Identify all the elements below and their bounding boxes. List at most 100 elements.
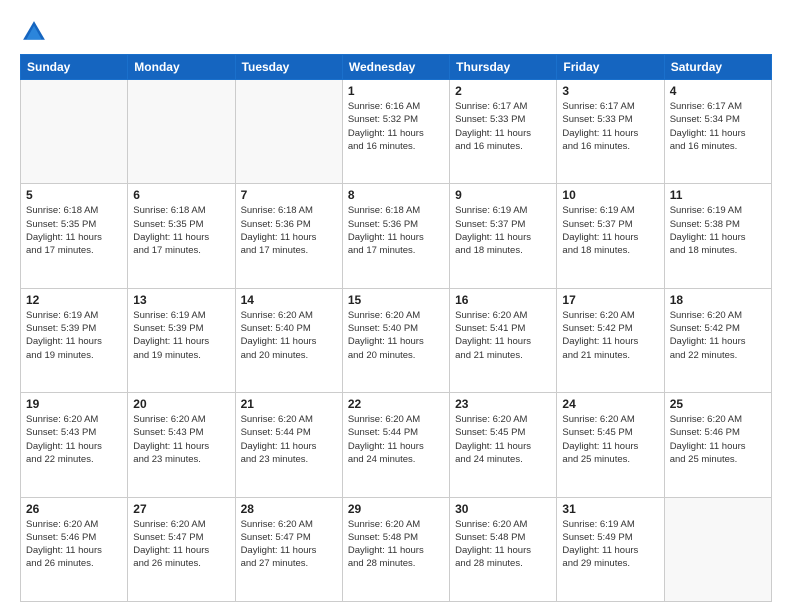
day-number: 27 (133, 502, 229, 516)
day-info: Sunrise: 6:18 AMSunset: 5:35 PMDaylight:… (26, 204, 122, 257)
calendar-cell: 28 Sunrise: 6:20 AMSunset: 5:47 PMDayligh… (235, 497, 342, 601)
day-number: 20 (133, 397, 229, 411)
day-number: 24 (562, 397, 658, 411)
day-number: 3 (562, 84, 658, 98)
day-info: Sunrise: 6:20 AMSunset: 5:44 PMDaylight:… (348, 413, 444, 466)
day-number: 21 (241, 397, 337, 411)
day-info: Sunrise: 6:20 AMSunset: 5:40 PMDaylight:… (348, 309, 444, 362)
day-info: Sunrise: 6:16 AMSunset: 5:32 PMDaylight:… (348, 100, 444, 153)
day-number: 15 (348, 293, 444, 307)
calendar-cell: 16Sunrise: 6:20 AMSunset: 5:41 PMDayligh… (450, 288, 557, 392)
calendar-cell: 14 Sunrise: 6:20 AMSunset: 5:40 PMDayligh… (235, 288, 342, 392)
calendar-cell: 30 Sunrise: 6:20 AMSunset: 5:48 PMDayligh… (450, 497, 557, 601)
day-number: 23 (455, 397, 551, 411)
day-number: 5 (26, 188, 122, 202)
day-number: 12 (26, 293, 122, 307)
calendar-cell: 5 Sunrise: 6:18 AMSunset: 5:35 PMDaylight… (21, 184, 128, 288)
calendar-cell: 10 Sunrise: 6:19 AMSunset: 5:37 PMDayligh… (557, 184, 664, 288)
day-number: 26 (26, 502, 122, 516)
day-info: Sunrise: 6:17 AMSunset: 5:33 PMDaylight:… (455, 100, 551, 153)
day-info: Sunrise: 6:19 AMSunset: 5:39 PMDaylight:… (26, 309, 122, 362)
day-info: Sunrise: 6:18 AMSunset: 5:36 PMDaylight:… (348, 204, 444, 257)
day-info: Sunrise: 6:18 AMSunset: 5:36 PMDaylight:… (241, 204, 337, 257)
calendar-cell: 29Sunrise: 6:20 AMSunset: 5:48 PMDayligh… (342, 497, 449, 601)
calendar-cell: 13 Sunrise: 6:19 AMSunset: 5:39 PMDayligh… (128, 288, 235, 392)
day-info: Sunrise: 6:20 AMSunset: 5:44 PMDaylight:… (241, 413, 337, 466)
calendar-week-4: 19 Sunrise: 6:20 AMSunset: 5:43 PMDayligh… (21, 393, 772, 497)
day-number: 16 (455, 293, 551, 307)
day-info: Sunrise: 6:20 AMSunset: 5:46 PMDaylight:… (26, 518, 122, 571)
calendar-cell: 27 Sunrise: 6:20 AMSunset: 5:47 PMDayligh… (128, 497, 235, 601)
day-number: 10 (562, 188, 658, 202)
day-number: 6 (133, 188, 229, 202)
calendar-cell: 3 Sunrise: 6:17 AMSunset: 5:33 PMDaylight… (557, 80, 664, 184)
day-number: 28 (241, 502, 337, 516)
calendar-header-wednesday: Wednesday (342, 55, 449, 80)
calendar-cell: 25 Sunrise: 6:20 AMSunset: 5:46 PMDayligh… (664, 393, 771, 497)
calendar-header-thursday: Thursday (450, 55, 557, 80)
day-info: Sunrise: 6:19 AMSunset: 5:37 PMDaylight:… (455, 204, 551, 257)
calendar-cell: 21 Sunrise: 6:20 AMSunset: 5:44 PMDayligh… (235, 393, 342, 497)
calendar-cell: 31Sunrise: 6:19 AMSunset: 5:49 PMDayligh… (557, 497, 664, 601)
calendar-header-row: SundayMondayTuesdayWednesdayThursdayFrid… (21, 55, 772, 80)
calendar-cell: 18 Sunrise: 6:20 AMSunset: 5:42 PMDayligh… (664, 288, 771, 392)
day-number: 13 (133, 293, 229, 307)
day-info: Sunrise: 6:20 AMSunset: 5:45 PMDaylight:… (562, 413, 658, 466)
day-number: 11 (670, 188, 766, 202)
calendar-week-3: 12 Sunrise: 6:19 AMSunset: 5:39 PMDayligh… (21, 288, 772, 392)
day-number: 25 (670, 397, 766, 411)
day-number: 14 (241, 293, 337, 307)
day-info: Sunrise: 6:20 AMSunset: 5:40 PMDaylight:… (241, 309, 337, 362)
day-info: Sunrise: 6:20 AMSunset: 5:47 PMDaylight:… (241, 518, 337, 571)
day-info: Sunrise: 6:20 AMSunset: 5:45 PMDaylight:… (455, 413, 551, 466)
day-number: 30 (455, 502, 551, 516)
header (20, 18, 772, 46)
day-info: Sunrise: 6:20 AMSunset: 5:42 PMDaylight:… (670, 309, 766, 362)
day-info: Sunrise: 6:20 AMSunset: 5:43 PMDaylight:… (133, 413, 229, 466)
day-number: 22 (348, 397, 444, 411)
calendar-cell: 22 Sunrise: 6:20 AMSunset: 5:44 PMDayligh… (342, 393, 449, 497)
calendar-header-friday: Friday (557, 55, 664, 80)
day-number: 17 (562, 293, 658, 307)
calendar-cell: 23 Sunrise: 6:20 AMSunset: 5:45 PMDayligh… (450, 393, 557, 497)
calendar-cell (235, 80, 342, 184)
calendar-cell: 6 Sunrise: 6:18 AMSunset: 5:35 PMDaylight… (128, 184, 235, 288)
day-number: 2 (455, 84, 551, 98)
day-info: Sunrise: 6:20 AMSunset: 5:46 PMDaylight:… (670, 413, 766, 466)
calendar-cell: 8 Sunrise: 6:18 AMSunset: 5:36 PMDaylight… (342, 184, 449, 288)
day-info: Sunrise: 6:17 AMSunset: 5:34 PMDaylight:… (670, 100, 766, 153)
calendar-cell: 4 Sunrise: 6:17 AMSunset: 5:34 PMDaylight… (664, 80, 771, 184)
calendar-cell (664, 497, 771, 601)
day-number: 7 (241, 188, 337, 202)
day-number: 9 (455, 188, 551, 202)
calendar-header-saturday: Saturday (664, 55, 771, 80)
logo-icon (20, 18, 48, 46)
day-info: Sunrise: 6:18 AMSunset: 5:35 PMDaylight:… (133, 204, 229, 257)
day-number: 8 (348, 188, 444, 202)
calendar-header-sunday: Sunday (21, 55, 128, 80)
page: SundayMondayTuesdayWednesdayThursdayFrid… (0, 0, 792, 612)
day-number: 19 (26, 397, 122, 411)
day-info: Sunrise: 6:17 AMSunset: 5:33 PMDaylight:… (562, 100, 658, 153)
calendar-week-5: 26 Sunrise: 6:20 AMSunset: 5:46 PMDayligh… (21, 497, 772, 601)
day-info: Sunrise: 6:20 AMSunset: 5:43 PMDaylight:… (26, 413, 122, 466)
calendar-cell: 17 Sunrise: 6:20 AMSunset: 5:42 PMDayligh… (557, 288, 664, 392)
day-info: Sunrise: 6:19 AMSunset: 5:49 PMDaylight:… (562, 518, 658, 571)
day-info: Sunrise: 6:20 AMSunset: 5:42 PMDaylight:… (562, 309, 658, 362)
day-info: Sunrise: 6:20 AMSunset: 5:48 PMDaylight:… (455, 518, 551, 571)
day-number: 18 (670, 293, 766, 307)
day-info: Sunrise: 6:19 AMSunset: 5:39 PMDaylight:… (133, 309, 229, 362)
day-info: Sunrise: 6:19 AMSunset: 5:37 PMDaylight:… (562, 204, 658, 257)
calendar-cell: 1Sunrise: 6:16 AMSunset: 5:32 PMDaylight… (342, 80, 449, 184)
day-info: Sunrise: 6:20 AMSunset: 5:48 PMDaylight:… (348, 518, 444, 571)
calendar-cell: 24 Sunrise: 6:20 AMSunset: 5:45 PMDayligh… (557, 393, 664, 497)
calendar-cell: 26 Sunrise: 6:20 AMSunset: 5:46 PMDayligh… (21, 497, 128, 601)
calendar-cell: 9 Sunrise: 6:19 AMSunset: 5:37 PMDaylight… (450, 184, 557, 288)
calendar-header-tuesday: Tuesday (235, 55, 342, 80)
calendar-cell: 19 Sunrise: 6:20 AMSunset: 5:43 PMDayligh… (21, 393, 128, 497)
day-number: 4 (670, 84, 766, 98)
calendar-week-2: 5 Sunrise: 6:18 AMSunset: 5:35 PMDaylight… (21, 184, 772, 288)
calendar-cell: 7 Sunrise: 6:18 AMSunset: 5:36 PMDaylight… (235, 184, 342, 288)
day-info: Sunrise: 6:20 AMSunset: 5:47 PMDaylight:… (133, 518, 229, 571)
calendar-header-monday: Monday (128, 55, 235, 80)
